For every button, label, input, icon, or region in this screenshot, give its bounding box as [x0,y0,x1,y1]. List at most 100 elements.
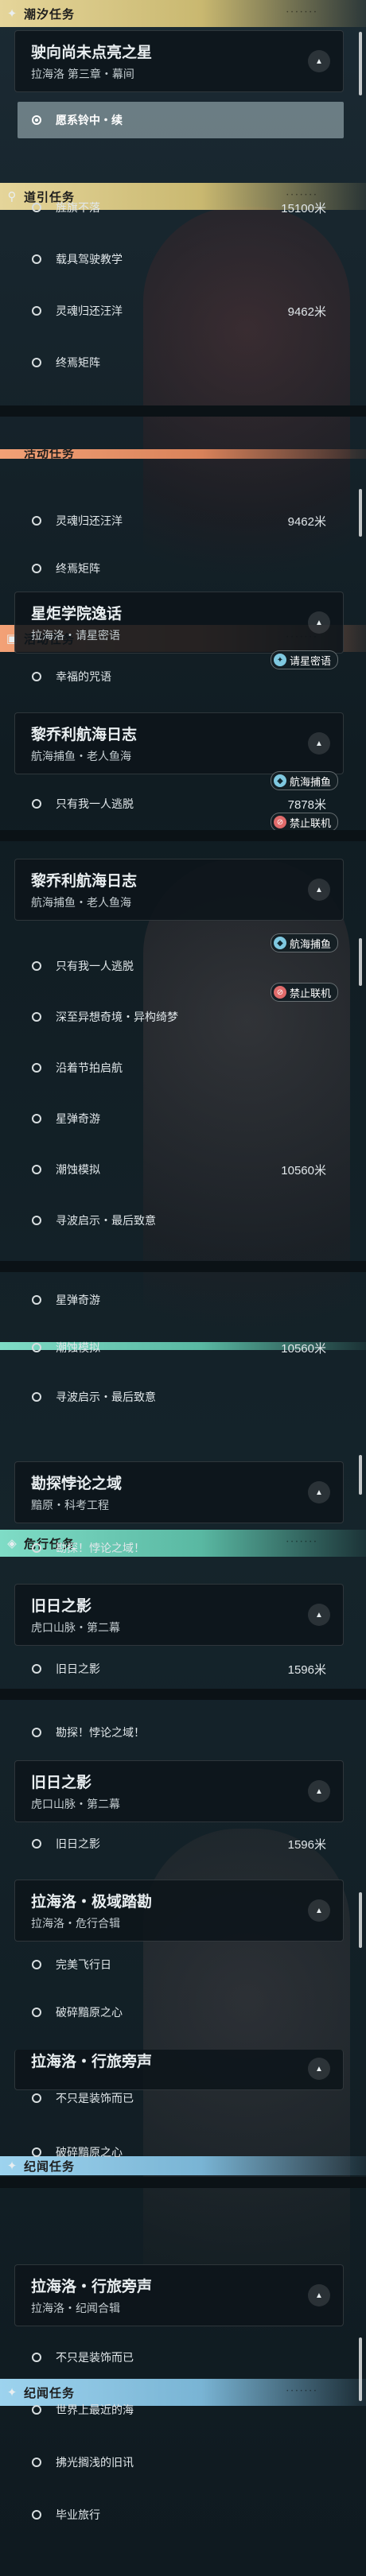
quest-title: 黎乔利航海日志 [31,873,138,890]
radio-icon [32,961,41,971]
quest-step[interactable]: 潮蚀模拟 10560米 [18,1151,344,1188]
quest-card[interactable]: 星炬学院逸话 拉海洛・请星密语 ▲ [14,592,344,654]
radio-icon [32,1960,41,1969]
quest-card[interactable]: 旧日之影 虎口山脉・第二幕 ▲ [14,1760,344,1822]
quest-step[interactable]: 勘探！悖论之域！ [18,1714,344,1751]
quest-card[interactable]: 黎乔利航海日志 航海捕鱼・老人鱼海 ▲ [14,712,344,774]
quest-card[interactable]: 黎乔利航海日志 航海捕鱼・老人鱼海 ▲ [14,859,344,921]
chevron-up-icon[interactable]: ▲ [308,611,330,634]
chevron-up-icon[interactable]: ▲ [308,1780,330,1802]
chevron-up-icon[interactable]: ▲ [308,2058,330,2080]
radio-icon [32,516,41,526]
quest-title: 黎乔利航海日志 [31,727,138,743]
scrollbar[interactable] [359,32,362,95]
radio-icon [32,1012,41,1022]
ban-icon: ⊘ [274,986,286,999]
quest-step[interactable]: 星弹奇游 [18,1100,344,1137]
radio-icon [32,1165,41,1174]
step-label: 旧日之影 [56,1837,100,1850]
quest-card[interactable]: 拉海洛・行旅旁声 拉海洛・纪闻合辑 ▲ [14,2264,344,2326]
quest-step[interactable]: 沿着节拍启航 [18,1049,344,1086]
quest-step[interactable]: 旧日之影 1596米 [18,1825,344,1862]
step-label: 载具驾驶教学 [56,253,123,266]
quest-step[interactable]: 愿系铃中・续 [18,102,344,138]
chevron-up-icon[interactable]: ▲ [308,1899,330,1922]
quest-step[interactable]: 深至异想奇境・异构绮梦 [18,999,344,1035]
section-header-event-peek: 活动任务 [0,449,366,459]
scrollbar[interactable] [359,1455,362,1495]
quest-step[interactable]: 破碎黯原之心 [18,1994,344,2031]
quest-card[interactable]: 旧日之影 虎口山脉・第二幕 ▲ [14,1584,344,1646]
chevron-up-icon[interactable]: ▲ [308,1604,330,1626]
quest-step[interactable]: 完美飞行日 [18,1946,344,1983]
scrollbar[interactable] [359,938,362,986]
radio-icon [32,672,41,681]
radio-icon [32,2147,41,2157]
segment-divider [0,405,366,417]
radio-icon [32,2353,41,2362]
quest-step[interactable]: 寻波启示・最后致意 [18,1379,344,1415]
chevron-up-icon[interactable]: ▲ [308,879,330,901]
step-distance: 10560米 [281,1341,326,1356]
segment-divider [0,1689,366,1700]
quest-step[interactable]: 潮蚀模拟 10560米 [18,1329,344,1366]
quest-step[interactable]: 载具驾驶教学 [18,241,344,277]
radio-icon [32,1664,41,1674]
section-header-tide[interactable]: ✦ 潮汐任务 • • • • • • • [0,0,366,27]
quest-step[interactable]: 不只是装饰而已 [18,2339,344,2376]
step-label: 终焉矩阵 [56,356,100,369]
quest-step[interactable]: 幸福的咒语 [18,658,344,695]
radio-icon [32,254,41,264]
scrollbar[interactable] [359,2337,362,2401]
quest-step[interactable]: 旌旗不落 15100米 [18,189,344,226]
scrollbar[interactable] [359,1892,362,1948]
chevron-up-icon[interactable]: ▲ [308,50,330,72]
quest-step[interactable]: 勘探！悖论之域！ [18,1530,344,1566]
quest-title: 勘探悖论之域 [31,1476,123,1492]
quest-title: 旧日之影 [31,1598,92,1615]
quest-step[interactable]: 只有我一人逃脱 [18,948,344,984]
quest-subtitle: 航海捕鱼・老人鱼海 [31,896,131,909]
step-distance: 1596米 [287,1837,326,1852]
badge-label: 禁止联机 [290,987,332,999]
radio-icon [32,1543,41,1553]
quest-step[interactable]: 寻波启示・最后致意 [18,1202,344,1239]
step-label: 破碎黯原之心 [56,2146,123,2159]
quest-step[interactable]: 毕业旅行 [18,2496,344,2533]
quest-card[interactable]: 驶向尚未点亮之星 拉海洛 第三章・幕间 ▲ [14,30,344,92]
radio-icon [32,2008,41,2017]
quest-subtitle: 拉海洛・危行合辑 [31,1917,120,1930]
chevron-up-icon[interactable]: ▲ [308,1481,330,1503]
radio-icon [32,358,41,367]
quest-step[interactable]: 终焉矩阵 [18,550,344,587]
scrollbar[interactable] [359,489,362,537]
step-distance: 9462米 [287,514,326,529]
quest-step[interactable]: 破碎黯原之心 [18,2134,344,2171]
quest-subtitle: 虎口山脉・第二幕 [31,1798,120,1810]
quest-title: 旧日之影 [31,1775,92,1791]
quest-step[interactable]: 世界上最近的海 [18,2392,344,2428]
chevron-up-icon[interactable]: ▲ [308,732,330,755]
section-title: 潮汐任务 [24,7,76,21]
step-label: 星弹奇游 [56,1112,100,1125]
quest-subtitle: 拉海洛・请星密语 [31,629,120,642]
step-distance: 9462米 [287,305,326,319]
quest-step[interactable]: 灵魂归还汪洋 9462米 [18,502,344,539]
radio-icon [32,203,41,212]
quest-step[interactable]: 终焉矩阵 [18,344,344,381]
quest-card[interactable]: 勘探悖论之域 黯原・科考工程 ▲ [14,1461,344,1523]
sparkle-icon: ✦ [6,7,18,21]
section-title: 活动任务 [24,449,76,459]
quest-subtitle: 黯原・科考工程 [31,1499,109,1511]
quest-step[interactable]: 拂光搁浅的旧讯 [18,2444,344,2481]
quest-title: 拉海洛・行旅旁声 [31,2054,153,2070]
quest-step[interactable]: 不只是装饰而已 [18,2080,344,2116]
quest-card[interactable]: 拉海洛・极域踏勘 拉海洛・危行合辑 ▲ [14,1880,344,1942]
quest-step[interactable]: 旧日之影 1596米 [18,1651,344,1687]
radio-icon [32,1392,41,1402]
quest-step[interactable]: 灵魂归还汪洋 9462米 [18,293,344,329]
segment-divider [0,1261,366,1272]
chevron-up-icon[interactable]: ▲ [308,2284,330,2306]
radio-icon [32,2405,41,2415]
quest-step[interactable]: 星弹奇游 [18,1282,344,1318]
